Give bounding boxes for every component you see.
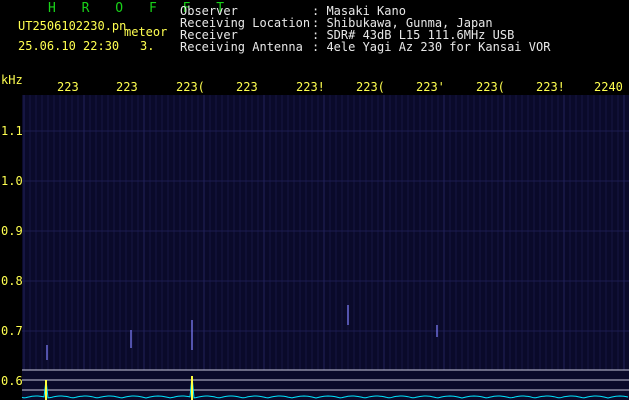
x-tick-label: 223' — [416, 80, 445, 94]
spectrogram: kHz 1.1 1.0 0.9 0.8 0.7 0.6 223 223 223(… — [1, 73, 629, 400]
spectrogram-background — [22, 95, 629, 400]
y-tick-label: 1.0 — [1, 174, 23, 188]
x-tick-label: 2240 — [594, 80, 623, 94]
x-tick-label: 223( — [476, 80, 505, 94]
y-tick-label: 0.6 — [1, 374, 23, 388]
echo-streak — [436, 325, 438, 337]
x-tick-label: 223( — [356, 80, 385, 94]
x-tick-label: 223 — [57, 80, 79, 94]
echo-streak — [347, 305, 349, 325]
x-tick-label: 223 — [236, 80, 258, 94]
y-tick-label: 0.8 — [1, 274, 23, 288]
y-tick-label: 0.9 — [1, 224, 23, 238]
echo-streak — [191, 320, 193, 350]
echo-streak — [46, 345, 48, 360]
y-unit-label: kHz — [1, 73, 23, 87]
x-tick-label: 223! — [536, 80, 565, 94]
x-tick-label: 223! — [296, 80, 325, 94]
y-tick-label: 1.1 — [1, 124, 23, 138]
x-tick-label: 223( — [176, 80, 205, 94]
x-tick-label: 223 — [116, 80, 138, 94]
y-tick-label: 0.7 — [1, 324, 23, 338]
echo-streak — [130, 330, 132, 348]
